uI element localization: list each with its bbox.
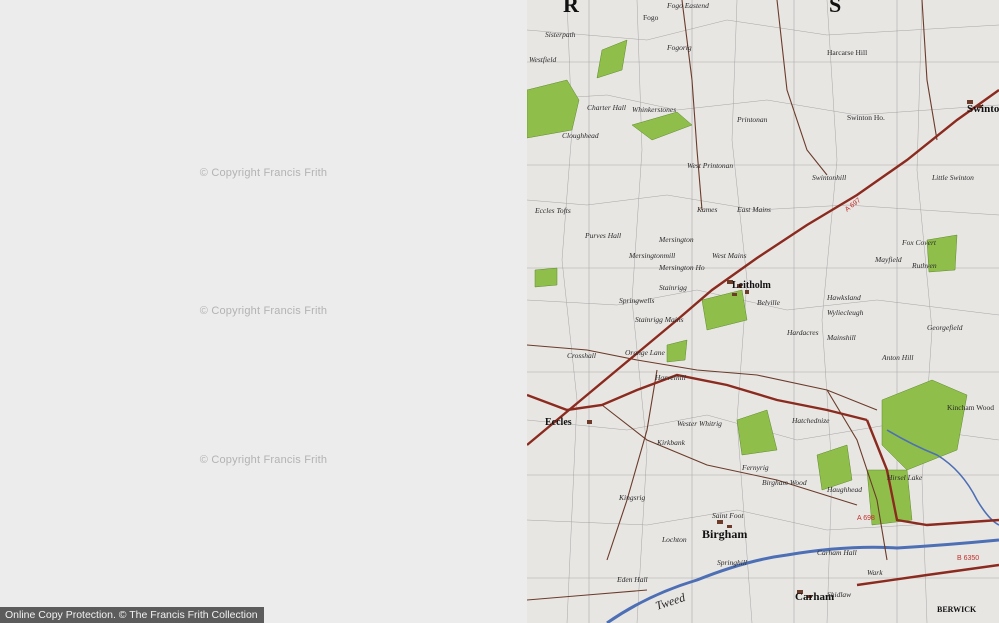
place-label: Sisterpath xyxy=(545,30,576,39)
grid-letter: S xyxy=(829,0,841,17)
place-label: Purves Hall xyxy=(584,231,621,240)
place-label: Whinkerstones xyxy=(632,105,676,114)
place-label: West Printonan xyxy=(687,161,733,170)
place-label: Leitholm xyxy=(732,280,772,291)
place-label: Little Swinton xyxy=(931,173,974,182)
place-label: Kingsrig xyxy=(618,493,646,502)
place-label: Cloughhead xyxy=(562,131,599,140)
place-label: Springhill xyxy=(717,558,747,567)
place-label: Mainshill xyxy=(826,333,856,342)
copyright-watermark: © Copyright Francis Frith xyxy=(199,454,328,466)
grid-letter: R xyxy=(563,0,580,17)
place-label: Fernyrig xyxy=(741,463,769,472)
place-label: Mersingtonmill xyxy=(628,251,675,260)
place-label: Swintonhill xyxy=(812,173,846,182)
place-label: Stainrigg xyxy=(659,283,687,292)
place-label: East Mains xyxy=(736,205,771,214)
blank-panel: © Copyright Francis Frith © Copyright Fr… xyxy=(0,0,527,623)
place-label: Wark xyxy=(867,568,883,577)
historic-map[interactable]: R S Fogo Fogo Eastend Fogorig Sisterpath… xyxy=(527,0,999,623)
copy-protection-footer: Online Copy Protection. © The Francis Fr… xyxy=(0,607,264,623)
place-label: Fogorig xyxy=(666,43,692,52)
copyright-watermark: © Copyright Francis Frith xyxy=(199,305,328,317)
place-label: Wyliecleugh xyxy=(827,308,864,317)
place-label: Birgham xyxy=(702,527,747,541)
place-label: Hatchednize xyxy=(791,416,830,425)
place-label: Mersington xyxy=(658,235,694,244)
map-canvas: R S Fogo Fogo Eastend Fogorig Sisterpath… xyxy=(527,0,999,623)
place-label: Eden Hall xyxy=(616,575,648,584)
road-code: A 698 xyxy=(857,515,875,522)
place-label: Ruthven xyxy=(911,261,937,270)
place-label: Swinton xyxy=(967,103,999,115)
place-label: Wester Whitrig xyxy=(677,419,722,428)
place-label: Georgefield xyxy=(927,323,963,332)
place-label: Charter Hall xyxy=(587,103,626,112)
place-label: Fogo xyxy=(643,13,659,22)
place-label: Stainrigg Mains xyxy=(635,315,684,324)
place-label: Printonan xyxy=(736,115,768,124)
place-label: Hardacres xyxy=(786,328,819,337)
place-label: Belville xyxy=(757,298,781,307)
place-label: Kirkbank xyxy=(656,438,686,447)
place-label: Eccles Tofts xyxy=(534,206,571,215)
place-label: Saint Foot xyxy=(712,511,744,520)
place-label: Swinton Ho. xyxy=(847,113,885,122)
place-label: Kames xyxy=(696,205,717,214)
place-label: Shidlaw xyxy=(827,590,851,599)
place-label: Haughhead xyxy=(826,485,862,494)
place-label: Harvelhill xyxy=(654,373,686,382)
place-label: BERWICK xyxy=(937,605,977,614)
road-code: B 6350 xyxy=(957,555,979,562)
place-label: Kincham Wood xyxy=(947,403,994,412)
place-label: Hawksland xyxy=(826,293,861,302)
copyright-watermark: © Copyright Francis Frith xyxy=(199,167,328,179)
place-label: West Mains xyxy=(712,251,747,260)
place-label: Harcarse Hill xyxy=(827,48,867,57)
place-label: Mersington Ho xyxy=(658,263,705,272)
place-label: Lochton xyxy=(661,535,687,544)
place-label: Hirsel Lake xyxy=(886,473,923,482)
place-label: Carham Hall xyxy=(817,548,857,557)
place-label: Westfield xyxy=(529,55,556,64)
place-label: Crosshall xyxy=(567,351,596,360)
place-label: Fox Covert xyxy=(901,238,937,247)
place-label: Mayfield xyxy=(874,255,902,264)
place-label: Orange Lane xyxy=(625,348,665,357)
place-label: Anton Hill xyxy=(881,353,913,362)
place-label: Birgham Wood xyxy=(762,478,807,487)
place-label: Fogo Eastend xyxy=(666,1,709,10)
place-label: Eccles xyxy=(545,417,572,428)
place-label: Springwells xyxy=(619,296,655,305)
